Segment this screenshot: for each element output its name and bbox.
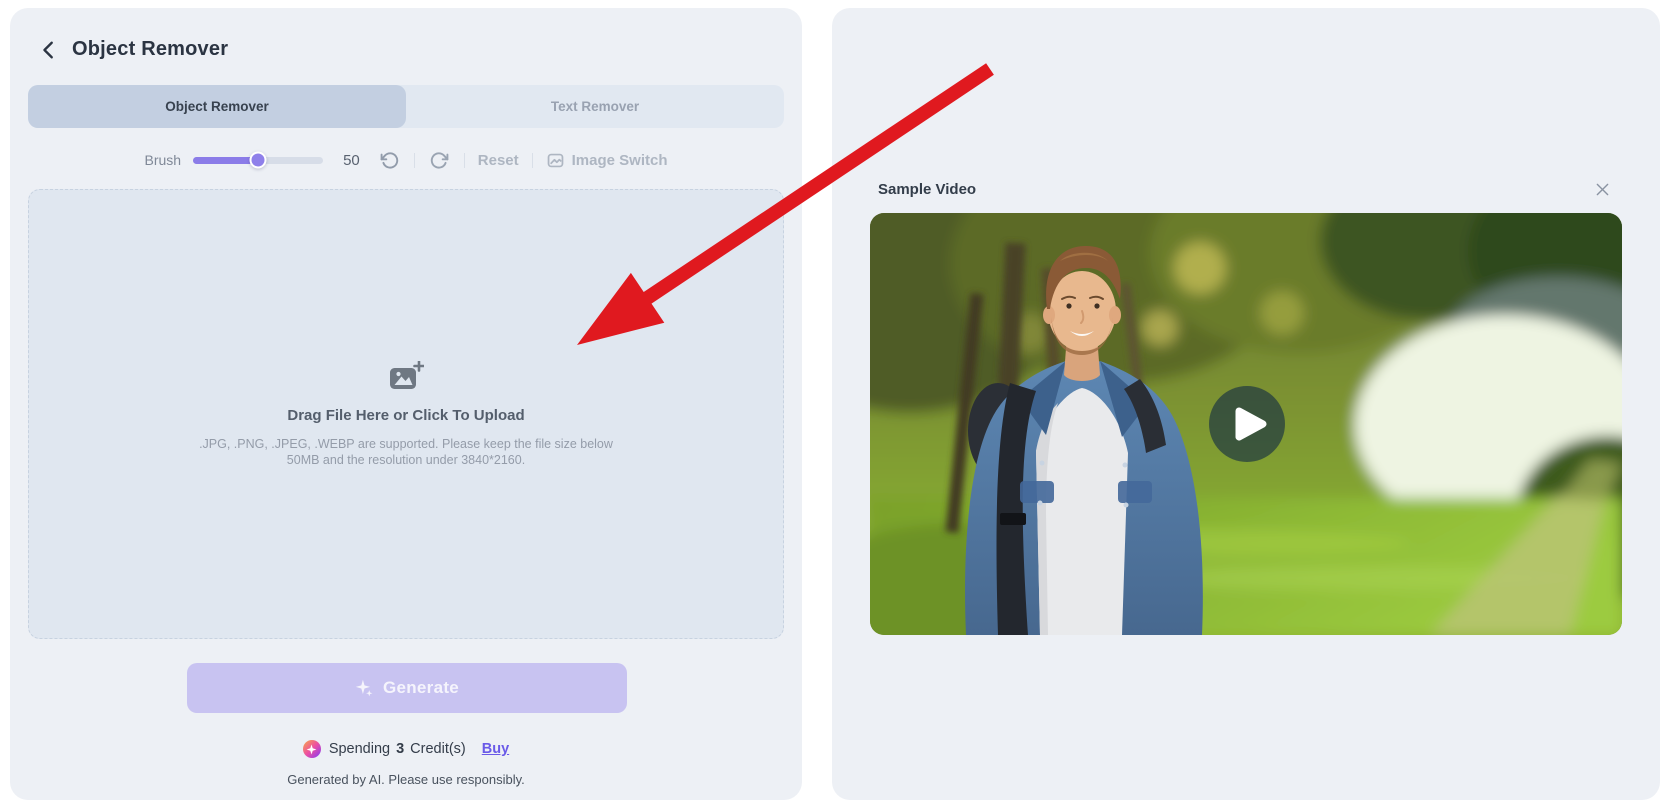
generate-button[interactable]: Generate (187, 663, 627, 713)
image-switch-label: Image Switch (571, 151, 668, 169)
chevron-left-icon (43, 41, 53, 58)
brush-slider-thumb[interactable] (249, 151, 267, 169)
remover-tabs: Object Remover Text Remover (28, 85, 784, 128)
reset-button[interactable]: Reset (478, 152, 519, 169)
toolbar-divider (413, 152, 415, 168)
sample-video-scene (870, 213, 1622, 635)
upload-hint-line2: 50MB and the resolution under 3840*2160. (286, 452, 526, 467)
spending-prefix: Spending (328, 741, 391, 757)
sample-panel: Sample Video (832, 8, 1660, 800)
redo-button[interactable] (428, 151, 451, 170)
page-header: Object Remover (38, 38, 228, 61)
upload-title: Drag File Here or Click To Upload (287, 406, 525, 424)
tab-object-remover-label: Object Remover (165, 99, 269, 114)
sample-video-thumbnail[interactable] (870, 213, 1622, 635)
editor-panel: Object Remover Object Remover Text Remov… (10, 8, 802, 800)
undo-icon (380, 151, 398, 169)
upload-hint: .JPG, .PNG, .JPEG, .WEBP are supported. … (199, 436, 613, 468)
ai-disclaimer: Generated by AI. Please use responsibly. (287, 772, 525, 787)
sparkle-icon (355, 679, 373, 696)
brush-slider-fill (193, 156, 259, 164)
tab-text-remover[interactable]: Text Remover (406, 85, 784, 128)
sample-video-header: Sample Video (878, 178, 1612, 200)
reset-label: Reset (477, 151, 519, 169)
close-icon (1596, 183, 1608, 195)
add-image-icon (390, 360, 424, 389)
tab-text-remover-label: Text Remover (550, 99, 640, 114)
play-button (1209, 386, 1285, 462)
upload-dropzone[interactable]: Drag File Here or Click To Upload .JPG, … (28, 189, 784, 639)
redo-icon (430, 151, 449, 169)
toolbar-divider (463, 152, 465, 168)
credits-row: Spending 3 Credit(s) Buy (10, 739, 802, 759)
toolbar-divider (531, 152, 533, 168)
credit-amount: 3 (396, 741, 405, 757)
close-sample-button[interactable] (1592, 179, 1612, 199)
undo-button[interactable] (378, 151, 401, 170)
credit-coin-icon (302, 740, 321, 758)
generate-label: Generate (382, 678, 460, 697)
tab-object-remover[interactable]: Object Remover (28, 85, 406, 128)
brush-size-slider[interactable] (193, 151, 324, 169)
image-switch-button[interactable]: Image Switch (546, 151, 668, 170)
object-remover-app: Object Remover Object Remover Text Remov… (0, 0, 1665, 810)
buy-credits-link[interactable]: Buy (482, 741, 509, 757)
sample-video-title: Sample Video (878, 180, 977, 198)
brush-label: Brush (144, 152, 182, 168)
brush-size-value: 50 (343, 151, 360, 169)
back-button[interactable] (38, 39, 60, 61)
upload-hint-line1: .JPG, .PNG, .JPEG, .WEBP are supported. … (199, 436, 613, 451)
image-switch-icon (547, 153, 563, 167)
spending-suffix: Credit(s) (410, 741, 466, 757)
brush-toolbar: Brush 50 Reset Image Switch (10, 144, 802, 176)
page-title: Object Remover (72, 38, 229, 60)
